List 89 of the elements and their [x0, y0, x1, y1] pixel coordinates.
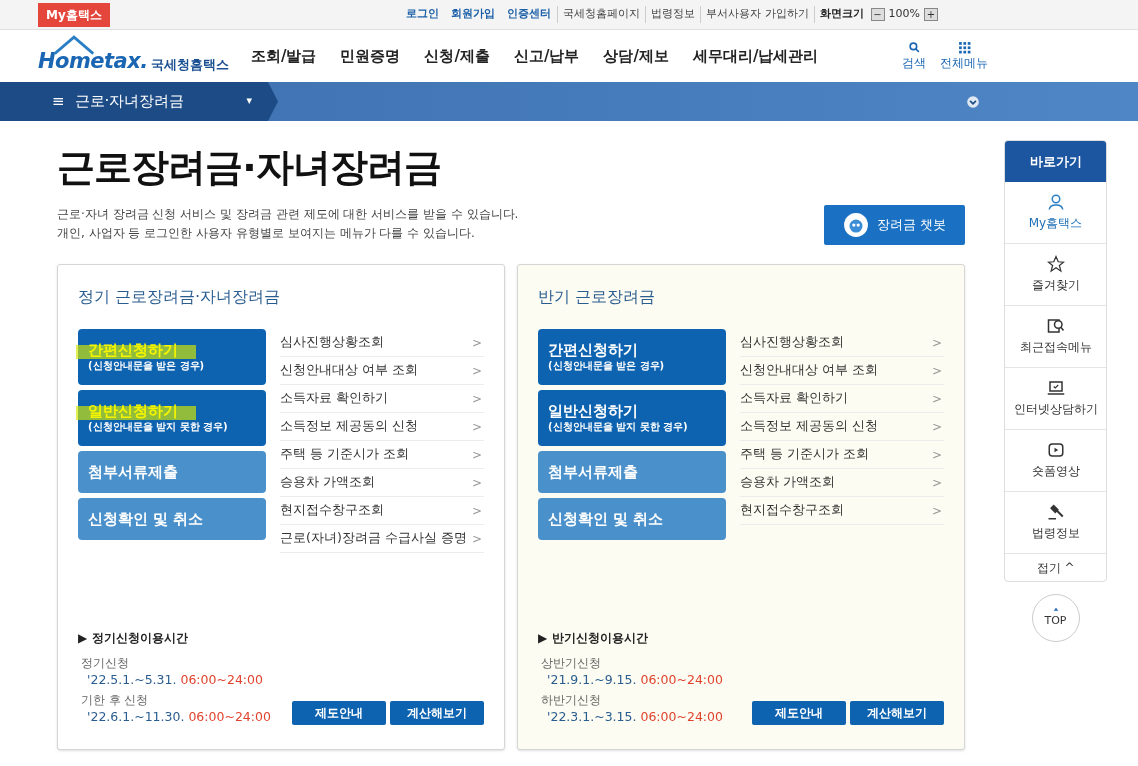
document-search-icon	[1046, 317, 1065, 335]
logo-subtitle: 국세청홈택스	[150, 57, 229, 71]
apply-button[interactable]: 간편신청하기 (신청안내문을 받은 경우)	[78, 329, 267, 385]
service-link[interactable]: 주택 등 기준시가 조회 >	[280, 441, 484, 469]
service-link[interactable]: 승용차 가액조회 >	[280, 469, 484, 497]
top-link[interactable]: 로그인	[400, 6, 446, 23]
quick-menu-item[interactable]: 인터넷상담하기	[1005, 368, 1106, 430]
main-menu-item[interactable]: 상담/제보	[603, 44, 669, 68]
zoom-in-button[interactable]: +	[924, 8, 938, 21]
top-link[interactable]: 회원가입	[445, 6, 502, 23]
my-hometax-button[interactable]: My홈택스	[38, 2, 110, 27]
top-link[interactable]: 인증센터	[501, 6, 558, 23]
top-link[interactable]: 국세청홈페이지	[557, 6, 646, 23]
service-link[interactable]: 심사진행상황조회 >	[740, 329, 944, 357]
schedule-hours: 06:00~24:00	[640, 708, 723, 726]
info-button[interactable]: 계산해보기	[390, 701, 484, 725]
service-link[interactable]: 승용차 가액조회 >	[740, 469, 944, 497]
location-menu[interactable]: ≡ 근로·자녀장려금 ▾	[0, 82, 278, 121]
grid-icon	[957, 40, 971, 54]
play-icon	[1046, 441, 1065, 459]
schedule-label: 하반기신청	[540, 692, 602, 708]
laptop-icon	[1046, 379, 1065, 397]
main-menu-item[interactable]: 세무대리/납세관리	[692, 44, 819, 68]
schedule-label: 상반기신청	[540, 655, 602, 671]
scroll-top-button[interactable]: TOP	[1031, 594, 1080, 642]
service-link[interactable]: 현지접수창구조회 >	[280, 497, 484, 525]
service-link[interactable]: 소득자료 확인하기 >	[280, 385, 484, 413]
location-label: 근로·자녀장려금	[74, 91, 185, 113]
info-button[interactable]: 제도안내	[292, 701, 386, 725]
apply-button[interactable]: 일반신청하기 (신청안내문을 받지 못한 경우)	[538, 390, 727, 446]
top-link[interactable]: 부서사용자 가입하기	[700, 6, 814, 23]
zoom-value: 100%	[887, 6, 921, 23]
robot-icon	[842, 212, 869, 238]
service-link[interactable]: 소득자료 확인하기 >	[740, 385, 944, 413]
top-link[interactable]: 법령정보	[645, 6, 701, 23]
main-menu-item[interactable]: 민원증명	[340, 44, 401, 68]
zoom-out-button[interactable]: −	[870, 8, 885, 21]
quick-menu-title: 바로가기	[1005, 141, 1106, 182]
collapse-button[interactable]: 접기 ^	[1005, 554, 1106, 581]
schedule-label: 기한 후 신청	[80, 692, 150, 708]
logo-text[interactable]: Hometax.	[38, 50, 148, 72]
schedule-label: 정기신청	[80, 655, 130, 671]
schedule-title: 반기신청이용시간	[552, 630, 649, 647]
schedule-dates: '22.3.1.~3.15.	[547, 708, 637, 726]
service-link[interactable]: 소득정보 제공동의 신청 >	[740, 413, 944, 441]
service-link[interactable]: 근로(자녀)장려금 수급사실 증명 >	[280, 525, 484, 553]
apply-button[interactable]: 일반신청하기 (신청안내문을 받지 못한 경우)	[78, 390, 267, 446]
panel-title: 반기 근로장려금	[538, 286, 657, 308]
service-link[interactable]: 주택 등 기준시가 조회 >	[740, 441, 944, 469]
search-icon	[907, 40, 921, 54]
service-link[interactable]: 현지접수창구조회 >	[740, 497, 944, 525]
zoom-label: 화면크기	[813, 6, 869, 23]
gavel-icon	[1046, 503, 1065, 521]
service-link[interactable]: 신청안내대상 여부 조회 >	[740, 357, 944, 385]
star-icon	[1046, 255, 1065, 273]
main-menu-item[interactable]: 조회/발급	[251, 44, 317, 68]
description-text: 개인, 사업자 등 로그인한 사용자 유형별로 보여지는 메뉴가 다를 수 있습니다.	[57, 225, 476, 242]
schedule-dates: '22.5.1.~5.31.	[87, 671, 177, 689]
service-link[interactable]: 소득정보 제공동의 신청 >	[280, 413, 484, 441]
info-button[interactable]: 계산해보기	[850, 701, 944, 725]
quick-menu-item[interactable]: 즐겨찾기	[1005, 244, 1106, 306]
quick-menu-item[interactable]: 숏폼영상	[1005, 430, 1106, 492]
triangle-icon: ▶	[538, 629, 548, 647]
info-button[interactable]: 제도안내	[752, 701, 846, 725]
schedule-hours: 06:00~24:00	[640, 671, 723, 689]
menu-icon: ≡	[52, 90, 65, 113]
quick-menu-item[interactable]: 법령정보	[1005, 492, 1106, 554]
quick-menu-item[interactable]: 최근접속메뉴	[1005, 306, 1106, 368]
schedule-hours: 06:00~24:00	[180, 671, 263, 689]
schedule-dates: '22.6.1.~11.30.	[87, 708, 185, 726]
caret-icon: ▾	[246, 93, 252, 110]
service-link[interactable]: 신청안내대상 여부 조회 >	[280, 357, 484, 385]
chevron-down-icon	[966, 94, 980, 109]
search-button[interactable]: 검색	[902, 40, 926, 72]
apply-button[interactable]: 간편신청하기 (신청안내문을 받은 경우)	[538, 329, 727, 385]
schedule-title: 정기신청이용시간	[92, 630, 189, 647]
service-link[interactable]: 심사진행상황조회 >	[280, 329, 484, 357]
description-text: 근로·자녀 장려금 신청 서비스 및 장려금 관련 제도에 대한 서비스를 받을 수 있습니다.	[57, 206, 519, 223]
page-title: 근로장려금·자녀장려금	[57, 144, 442, 191]
schedule-dates: '21.9.1.~9.15.	[547, 671, 637, 689]
main-menu-item[interactable]: 신고/납부	[513, 44, 580, 68]
panel-title: 정기 근로장려금·자녀장려금	[78, 286, 282, 308]
all-menu-button[interactable]: 전체메뉴	[940, 40, 988, 72]
person-icon	[1046, 193, 1065, 211]
triangle-icon: ▶	[78, 629, 88, 647]
schedule-hours: 06:00~24:00	[188, 708, 271, 726]
chatbot-button[interactable]: 장려금 챗봇	[824, 205, 965, 245]
main-menu-item[interactable]: 신청/제출	[424, 44, 490, 68]
quick-menu-item[interactable]: My홈택스	[1005, 182, 1106, 244]
